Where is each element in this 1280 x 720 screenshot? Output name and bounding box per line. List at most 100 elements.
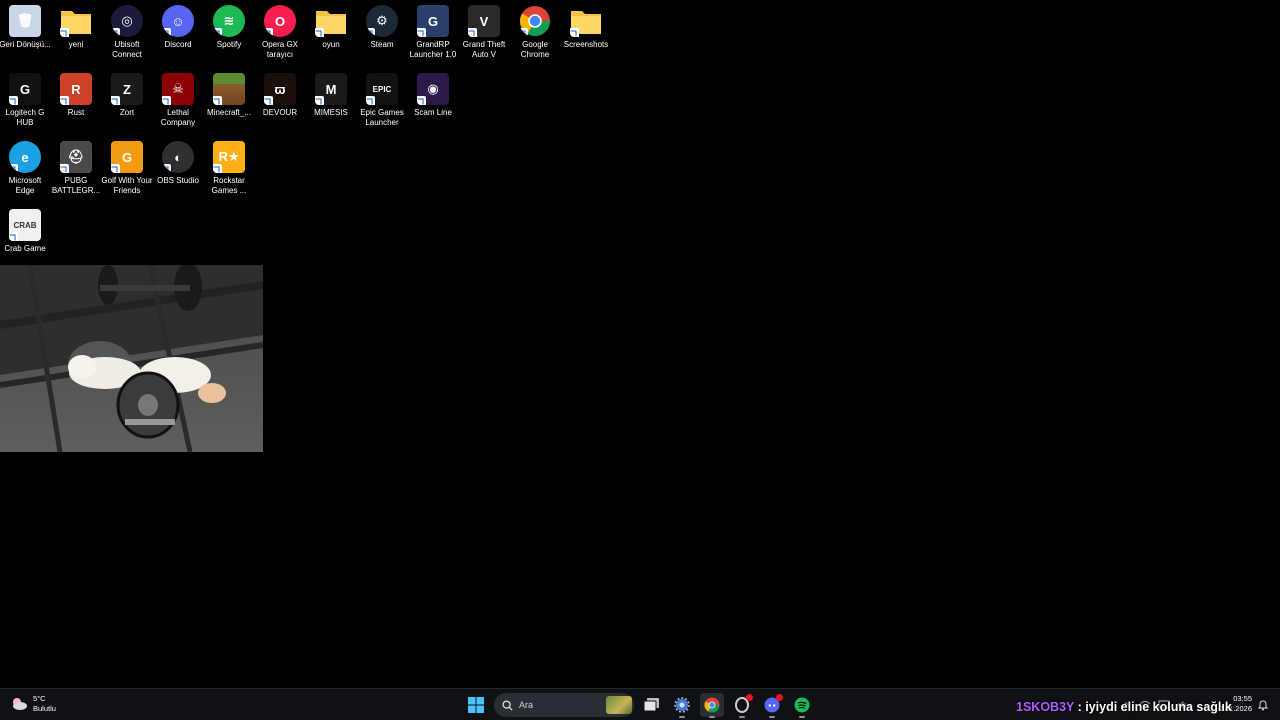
desktop-icon-label: Microsoft Edge	[8, 176, 42, 195]
desktop-icon[interactable]: 🗑 Geri Dönüşü...	[0, 5, 51, 50]
desktop-icon-label: Discord	[164, 40, 192, 49]
weather-condition: Bulutlu	[33, 704, 56, 713]
opera-gx-app[interactable]	[730, 693, 754, 718]
desktop-icon-label: Grand Theft Auto V	[462, 40, 506, 59]
desktop-icon[interactable]: ☠ Lethal Company	[153, 73, 203, 128]
shortcut-arrow-icon	[264, 96, 273, 105]
grandrp-icon: G	[417, 5, 449, 37]
shortcut-arrow-icon	[570, 28, 579, 37]
windows-icon	[468, 697, 484, 713]
desktop-icon[interactable]: ☺ Discord	[153, 5, 203, 50]
rust-icon: R	[60, 73, 92, 105]
search-icon	[502, 699, 513, 711]
desktop-icon-label: Epic Games Launcher	[360, 108, 404, 127]
desktop-icon[interactable]: O Opera GX tarayıcı	[255, 5, 305, 60]
pubg-icon: ⛑	[60, 141, 92, 173]
desktop-icon-label: Ubisoft Connect	[112, 40, 142, 59]
weather-temp: 5°C	[33, 694, 46, 703]
desktop-icon[interactable]: ◉ Scam Line	[408, 73, 458, 118]
desktop-icon[interactable]: ≋ Spotify	[204, 5, 254, 50]
desktop-icon[interactable]: Minecraft_...	[204, 73, 254, 118]
desktop-icon[interactable]: Google Chrome	[510, 5, 560, 60]
desktop-icon[interactable]: EPIC Epic Games Launcher	[357, 73, 407, 128]
shortcut-arrow-icon	[162, 96, 171, 105]
running-indicator	[709, 716, 715, 718]
search-input[interactable]: Ara	[494, 693, 634, 717]
desktop-icon[interactable]: V Grand Theft Auto V	[459, 5, 509, 60]
settings-app[interactable]	[670, 693, 694, 718]
desktop-icon[interactable]: G Logitech G HUB	[0, 73, 50, 128]
discord-app[interactable]	[760, 693, 784, 718]
desktop-icon[interactable]: Screenshots	[561, 5, 611, 50]
shortcut-arrow-icon	[60, 28, 69, 37]
cat-video-frame	[0, 265, 263, 452]
shortcut-arrow-icon	[315, 96, 324, 105]
running-indicator	[739, 716, 745, 718]
desktop-icon[interactable]: e Microsoft Edge	[0, 141, 50, 196]
desktop-icon-label: Golf With Your Friends	[101, 176, 153, 195]
desktop-icon-label: Spotify	[216, 40, 242, 49]
desktop-icon[interactable]: yeni	[51, 5, 101, 50]
desktop-icon-label: Lethal Company	[160, 108, 196, 127]
devour-icon: ϖ	[264, 73, 296, 105]
start-button[interactable]	[464, 693, 488, 717]
desktop-icon[interactable]: M MIMESIS	[306, 73, 356, 118]
desktop-icon[interactable]: R Rust	[51, 73, 101, 118]
desktop-icon-label: Crab Game	[4, 244, 46, 253]
shortcut-arrow-icon	[162, 164, 171, 173]
weather-widget[interactable]: 5°C Bulutlu	[10, 694, 56, 714]
desktop-icon-label: Scam Line	[414, 108, 452, 117]
running-indicator	[679, 716, 685, 718]
desktop-icon[interactable]: ⚙ Steam	[357, 5, 407, 50]
shortcut-arrow-icon	[264, 28, 273, 37]
shortcut-arrow-icon	[9, 96, 18, 105]
notifications-bell-icon[interactable]	[1257, 699, 1269, 711]
desktop-icon[interactable]: ⛑ PUBG BATTLEGR...	[51, 141, 101, 196]
desktop-icon[interactable]: CRAB Crab Game	[0, 209, 50, 254]
settings-icon	[674, 697, 690, 713]
desktop-icon[interactable]: G Golf With Your Friends	[101, 141, 153, 196]
opera-gx-icon: O	[264, 5, 296, 37]
spotify-app[interactable]	[790, 693, 814, 718]
scam-line-icon: ◉	[417, 73, 449, 105]
shortcut-arrow-icon	[162, 28, 171, 37]
running-indicator	[769, 716, 775, 718]
desktop-icon[interactable]: oyun	[306, 5, 356, 50]
desktop-icon[interactable]: G GrandRP Launcher 1.0	[408, 5, 458, 60]
desktop-icon[interactable]: R★ Rockstar Games ...	[204, 141, 254, 196]
desktop-icon-label: PUBG BATTLEGR...	[51, 176, 101, 195]
desktop-icon-label: Zort	[119, 108, 135, 117]
desktop-icon-label: Google Chrome	[520, 40, 550, 59]
recycle-bin-icon: 🗑	[9, 5, 41, 37]
task-view-button[interactable]	[640, 693, 664, 717]
folder-icon	[60, 5, 92, 37]
chat-username: 1SKOB3Y	[1016, 700, 1075, 714]
desktop-icon-label: OBS Studio	[157, 176, 199, 185]
desktop-icon-label: Rust	[67, 108, 85, 117]
shortcut-arrow-icon	[519, 28, 528, 37]
desktop-icon[interactable]: ◎ Ubisoft Connect	[102, 5, 152, 60]
shortcut-arrow-icon	[213, 164, 222, 173]
shortcut-arrow-icon	[417, 28, 426, 37]
desktop-icon-label: Geri Dönüşü...	[0, 40, 51, 49]
desktop-icon-label: Screenshots	[563, 40, 609, 49]
desktop: 🗑 Geri Dönüşü... yeni ◎ Ubisoft Connect ☺ Disc…	[0, 0, 1280, 688]
ubisoft-icon: ◎	[111, 5, 143, 37]
stream-chat-overlay: 1SKOB3Y : iyiydi eline koluna sağlık	[1016, 700, 1232, 714]
shortcut-arrow-icon	[111, 164, 120, 173]
desktop-icon-label: Minecraft_...	[206, 108, 251, 117]
chrome-app[interactable]	[700, 693, 724, 718]
desktop-icon[interactable]: Z Zort	[102, 73, 152, 118]
cloudy-weather-icon	[13, 698, 27, 710]
shortcut-arrow-icon	[213, 96, 222, 105]
shortcut-arrow-icon	[9, 232, 18, 241]
desktop-icon[interactable]: ϖ DEVOUR	[255, 73, 305, 118]
spotify-icon	[794, 697, 810, 713]
notification-badge	[776, 694, 783, 701]
gta-v-icon: V	[468, 5, 500, 37]
desktop-icon[interactable]: ◐ OBS Studio	[153, 141, 203, 186]
shortcut-arrow-icon	[60, 96, 69, 105]
desktop-icon-label: Logitech G HUB	[5, 108, 45, 127]
desktop-icon-label: DEVOUR	[262, 108, 298, 117]
shortcut-arrow-icon	[366, 28, 375, 37]
